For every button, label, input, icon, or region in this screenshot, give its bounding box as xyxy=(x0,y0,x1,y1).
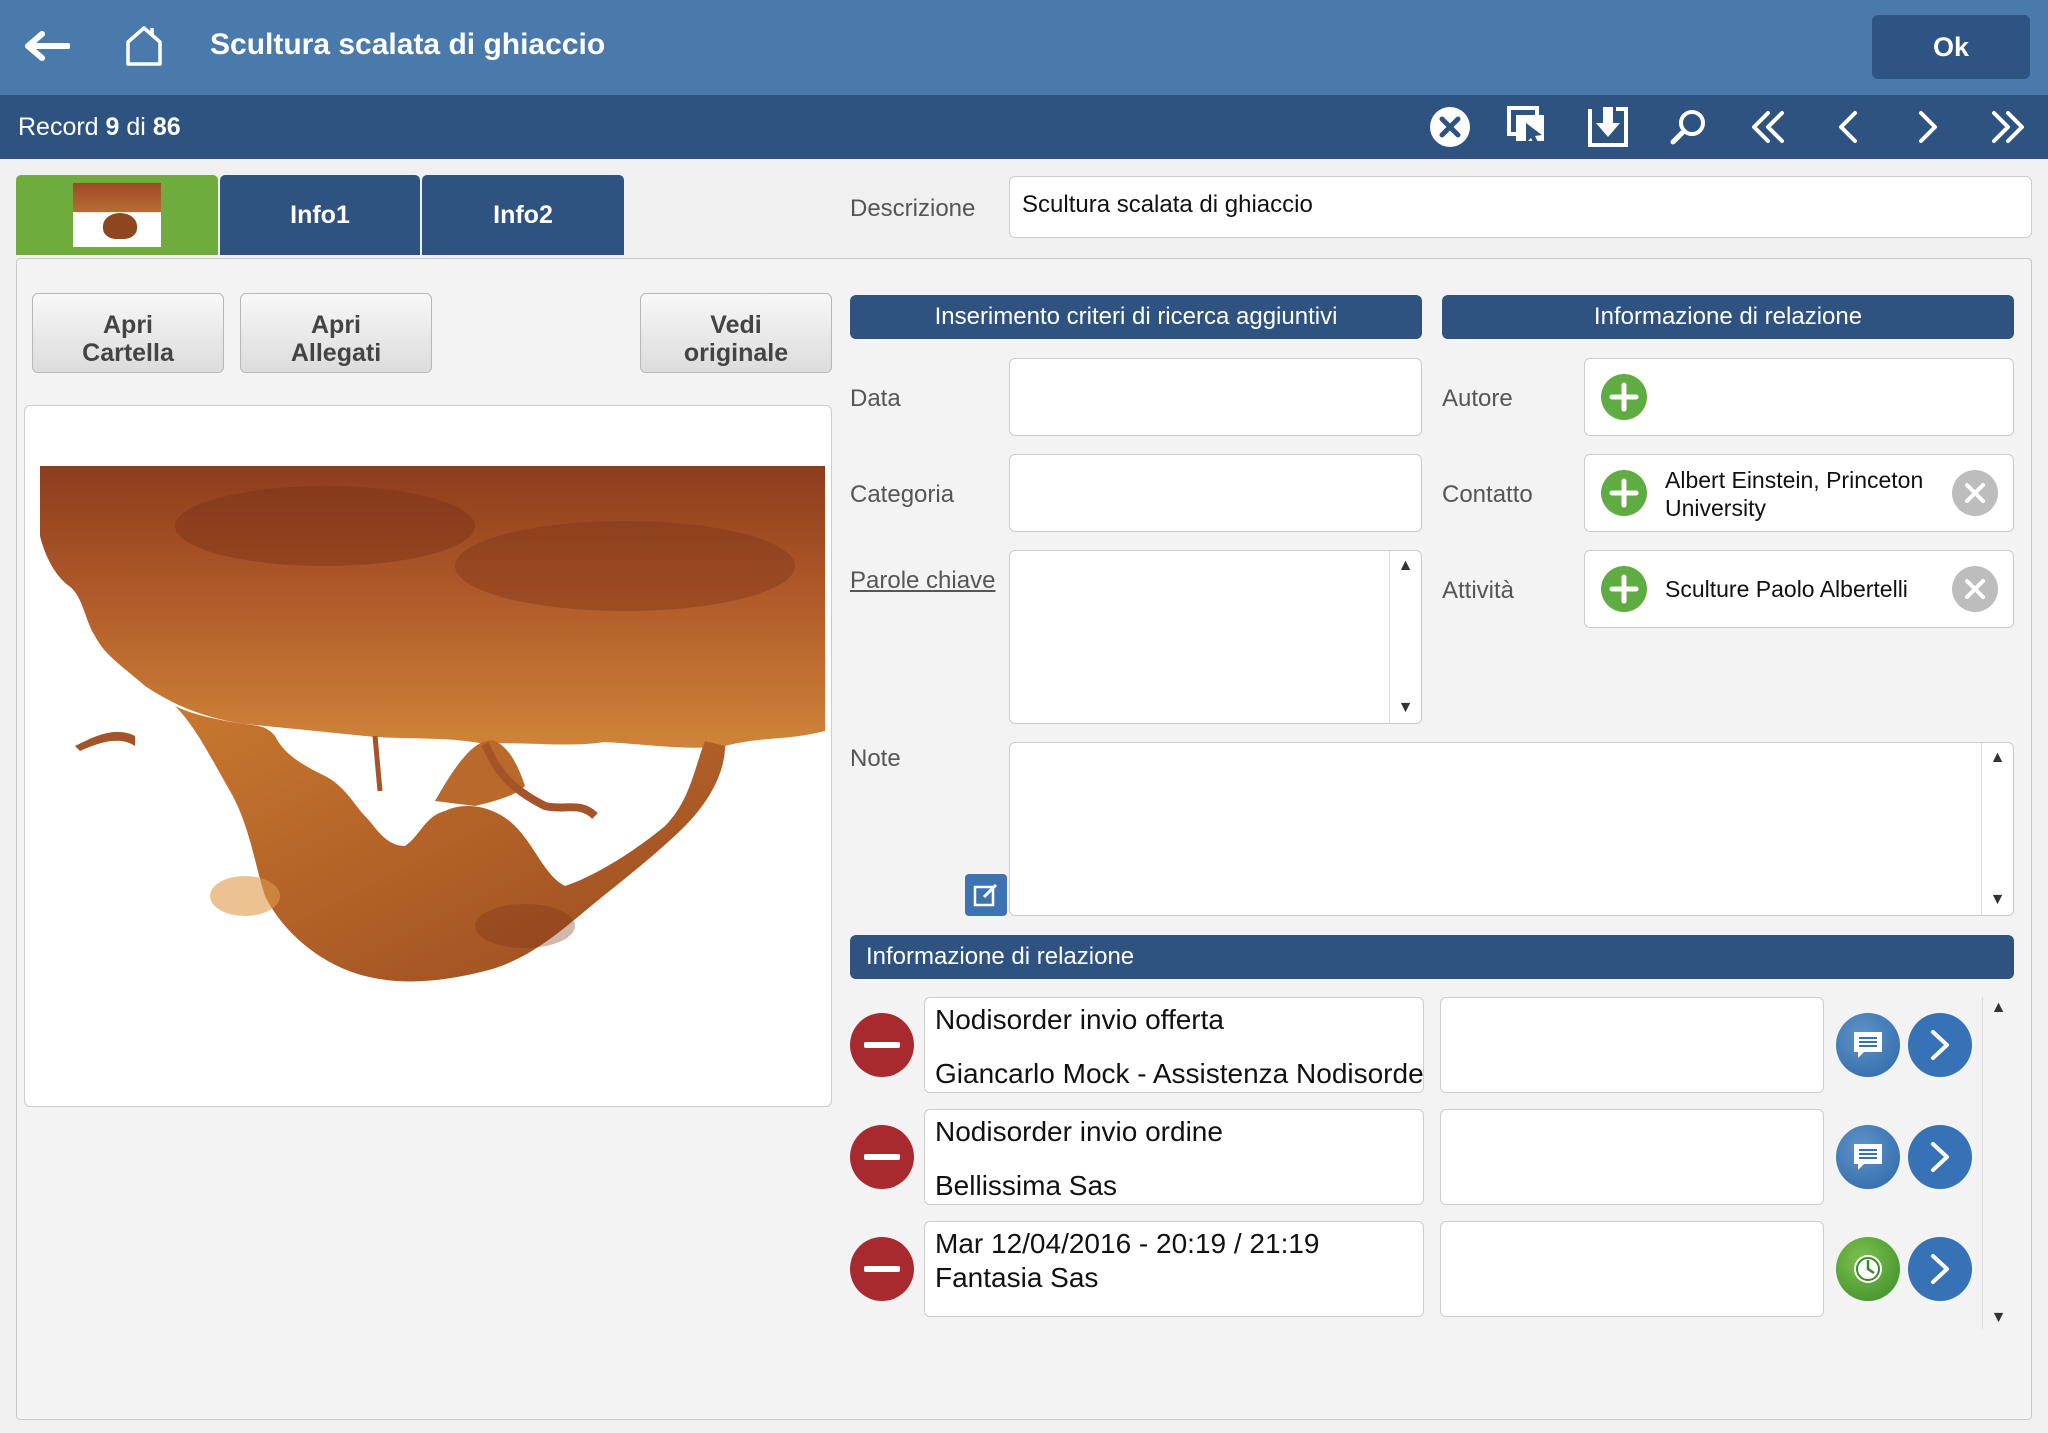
ice-sculpture-image xyxy=(40,466,825,982)
tab-image[interactable] xyxy=(16,175,218,255)
see-original-line1: Vedi xyxy=(710,311,762,339)
open-folder-line2: Cartella xyxy=(82,339,174,367)
relation-info-header: Informazione di relazione xyxy=(1442,295,2014,339)
open-attachments-button[interactable]: Apri Allegati xyxy=(240,293,432,373)
record-word: Record xyxy=(18,113,99,141)
note-label: Note xyxy=(850,745,901,772)
contact-label: Contatto xyxy=(1442,481,1533,508)
keywords-scrollbar[interactable]: ▲ ▼ xyxy=(1389,551,1421,723)
date-label: Data xyxy=(850,385,901,412)
home-icon[interactable] xyxy=(124,24,164,66)
next-record-icon[interactable] xyxy=(1904,103,1952,151)
relation-title: Nodisorder invio offerta xyxy=(935,1004,1224,1035)
contact-value: Albert Einstein, Princeton University xyxy=(1665,466,1923,522)
download-icon[interactable] xyxy=(1584,103,1632,151)
tab-info2[interactable]: Info2 xyxy=(422,175,624,255)
close-record-icon[interactable] xyxy=(1426,103,1474,151)
message-icon[interactable] xyxy=(1836,1125,1900,1189)
relation-title: Nodisorder invio ordine xyxy=(935,1116,1223,1147)
relations-scrollbar[interactable]: ▲ ▼ xyxy=(1982,997,2014,1329)
page-title: Scultura scalata di ghiaccio xyxy=(210,28,606,61)
open-relation-icon[interactable] xyxy=(1908,1125,1972,1189)
note-scrollbar[interactable]: ▲ ▼ xyxy=(1981,743,2013,915)
relation-item[interactable]: Mar 12/04/2016 - 20:19 / 21:19 Fantasia … xyxy=(924,1221,1424,1317)
activity-value: Sculture Paolo Albertelli xyxy=(1665,576,1908,602)
record-total: 86 xyxy=(152,113,181,141)
relation-subtitle: Fantasia Sas xyxy=(935,1262,1099,1293)
scroll-down-icon[interactable]: ▼ xyxy=(1983,1309,2014,1327)
previous-record-icon[interactable] xyxy=(1824,103,1872,151)
author-label: Autore xyxy=(1442,385,1513,412)
last-record-icon[interactable] xyxy=(1984,103,2032,151)
record-of: di xyxy=(126,113,146,141)
scroll-up-icon[interactable]: ▲ xyxy=(1983,999,2014,1017)
scroll-up-icon[interactable]: ▲ xyxy=(1390,557,1421,575)
author-field[interactable] xyxy=(1584,358,2014,436)
scroll-up-icon[interactable]: ▲ xyxy=(1982,749,2013,767)
open-attachments-line2: Allegati xyxy=(290,339,382,367)
category-label: Categoria xyxy=(850,481,955,508)
open-relation-icon[interactable] xyxy=(1908,1237,1972,1301)
relation-item[interactable]: Nodisorder invio offerta Giancarlo Mock … xyxy=(924,997,1424,1093)
relations-list-header: Informazione di relazione xyxy=(850,935,2014,979)
open-folder-line1: Apri xyxy=(103,311,153,339)
image-thumbnail xyxy=(73,183,161,247)
relation-extra-field[interactable] xyxy=(1440,1221,1824,1317)
tab-info1[interactable]: Info1 xyxy=(220,175,420,255)
scroll-down-icon[interactable]: ▼ xyxy=(1982,891,2013,909)
category-field[interactable] xyxy=(1009,454,1422,532)
keywords-field[interactable]: ▲ ▼ xyxy=(1009,550,1422,724)
remove-contact-icon[interactable] xyxy=(1952,470,1998,516)
contact-value-line2: University xyxy=(1665,495,1766,521)
open-attachments-line1: Apri xyxy=(311,311,361,339)
top-bar: Scultura scalata di ghiaccio Ok xyxy=(0,0,2048,95)
ok-button[interactable]: Ok xyxy=(1872,15,2030,79)
relation-item[interactable]: Nodisorder invio ordine Bellissima Sas xyxy=(924,1109,1424,1205)
activity-label: Attività xyxy=(1442,577,1515,604)
relation-title: Mar 12/04/2016 - 20:19 / 21:19 xyxy=(935,1228,1320,1259)
relation-extra-field[interactable] xyxy=(1440,997,1824,1093)
add-activity-icon[interactable] xyxy=(1601,566,1647,612)
description-field[interactable]: Scultura scalata di ghiaccio xyxy=(1009,176,2032,238)
record-navigation-bar: Record 9 di 86 xyxy=(0,95,2048,159)
first-record-icon[interactable] xyxy=(1744,103,1792,151)
remove-activity-icon[interactable] xyxy=(1952,566,1998,612)
search-icon[interactable] xyxy=(1664,103,1712,151)
clock-icon[interactable] xyxy=(1836,1237,1900,1301)
edit-note-icon[interactable] xyxy=(965,874,1007,916)
open-relation-icon[interactable] xyxy=(1908,1013,1972,1077)
add-contact-icon[interactable] xyxy=(1601,470,1647,516)
select-record-icon[interactable] xyxy=(1504,103,1552,151)
add-author-icon[interactable] xyxy=(1601,374,1647,420)
back-arrow-icon[interactable] xyxy=(24,26,71,66)
remove-relation-button[interactable] xyxy=(850,1125,914,1189)
keywords-link[interactable]: Parole chiave xyxy=(850,567,995,595)
relation-subtitle: Giancarlo Mock - Assistenza Nodisorder xyxy=(935,1058,1424,1089)
search-criteria-header: Inserimento criteri di ricerca aggiuntiv… xyxy=(850,295,1422,339)
see-original-line2: originale xyxy=(683,339,789,367)
open-folder-button[interactable]: Apri Cartella xyxy=(32,293,224,373)
relation-subtitle: Bellissima Sas xyxy=(935,1170,1118,1201)
relation-extra-field[interactable] xyxy=(1440,1109,1824,1205)
remove-relation-button[interactable] xyxy=(850,1013,914,1077)
note-field[interactable]: ▲ ▼ xyxy=(1009,742,2014,916)
record-counter: Record 9 di 86 xyxy=(18,113,181,142)
contact-value-line1: Albert Einstein, Princeton xyxy=(1665,467,1924,493)
see-original-button[interactable]: Vedi originale xyxy=(640,293,832,373)
record-current: 9 xyxy=(105,113,120,141)
remove-relation-button[interactable] xyxy=(850,1237,914,1301)
date-field[interactable] xyxy=(1009,358,1422,436)
scroll-down-icon[interactable]: ▼ xyxy=(1390,699,1421,717)
description-label: Descrizione xyxy=(850,195,976,222)
image-preview xyxy=(24,405,832,1107)
message-icon[interactable] xyxy=(1836,1013,1900,1077)
